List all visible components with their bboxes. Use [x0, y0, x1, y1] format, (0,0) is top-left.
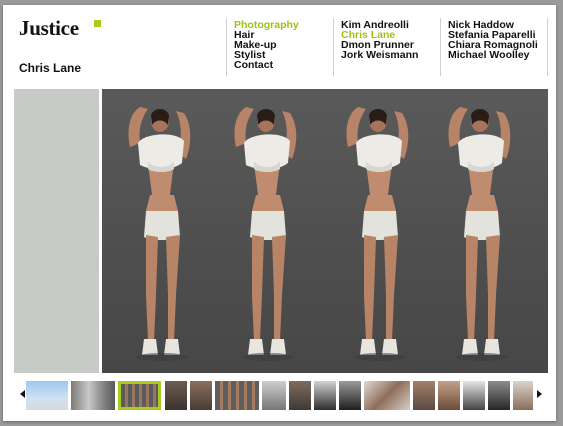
nav-artists-col1: Kim Andreolli Chris Lane Dmon Prunner Jo…: [341, 20, 418, 61]
logo-square-icon: [94, 20, 101, 27]
thumbnail[interactable]: [364, 381, 410, 410]
figure-1: [128, 107, 191, 361]
thumbnail[interactable]: [314, 381, 336, 410]
thumbnail-selected[interactable]: [118, 381, 161, 410]
thumbnail[interactable]: [215, 381, 259, 410]
nav-divider: [226, 18, 227, 76]
nav-divider: [333, 18, 334, 76]
thumbnail[interactable]: [339, 381, 361, 410]
thumbnail[interactable]: [262, 381, 286, 410]
thumbnail[interactable]: [413, 381, 435, 410]
current-artist-name: Chris Lane: [19, 61, 82, 75]
photo-figures: [128, 107, 511, 361]
figure-4: [448, 107, 511, 361]
thumbnail[interactable]: [26, 381, 68, 410]
figure-3: [346, 107, 409, 361]
thumbnail[interactable]: [71, 381, 115, 410]
thumbnail[interactable]: [438, 381, 460, 410]
main-photo[interactable]: [102, 89, 548, 373]
logo[interactable]: Justice: [19, 16, 79, 41]
artist-link-michael-woolley[interactable]: Michael Woolley: [448, 50, 538, 61]
thumbnail[interactable]: [289, 381, 311, 410]
artist-link-jork-weismann[interactable]: Jork Weismann: [341, 50, 418, 61]
thumbnail[interactable]: [463, 381, 485, 410]
thumbnail[interactable]: [165, 381, 187, 410]
thumbnail-strip: [14, 378, 548, 414]
thumbnail[interactable]: [488, 381, 510, 410]
nav-item-contact[interactable]: Contact: [234, 60, 299, 71]
arrow-right-icon[interactable]: [537, 390, 542, 398]
figure-2: [234, 107, 297, 361]
nav-divider: [440, 18, 441, 76]
side-panel: [14, 89, 99, 373]
thumbnail[interactable]: [190, 381, 212, 410]
thumbnail[interactable]: [513, 381, 533, 410]
arrow-left-icon[interactable]: [20, 390, 25, 398]
nav-artists-col2: Nick Haddow Stefania Paparelli Chiara Ro…: [448, 20, 538, 61]
nav-categories: Photography Hair Make-up Stylist Contact: [234, 20, 299, 71]
nav-divider: [547, 18, 548, 76]
